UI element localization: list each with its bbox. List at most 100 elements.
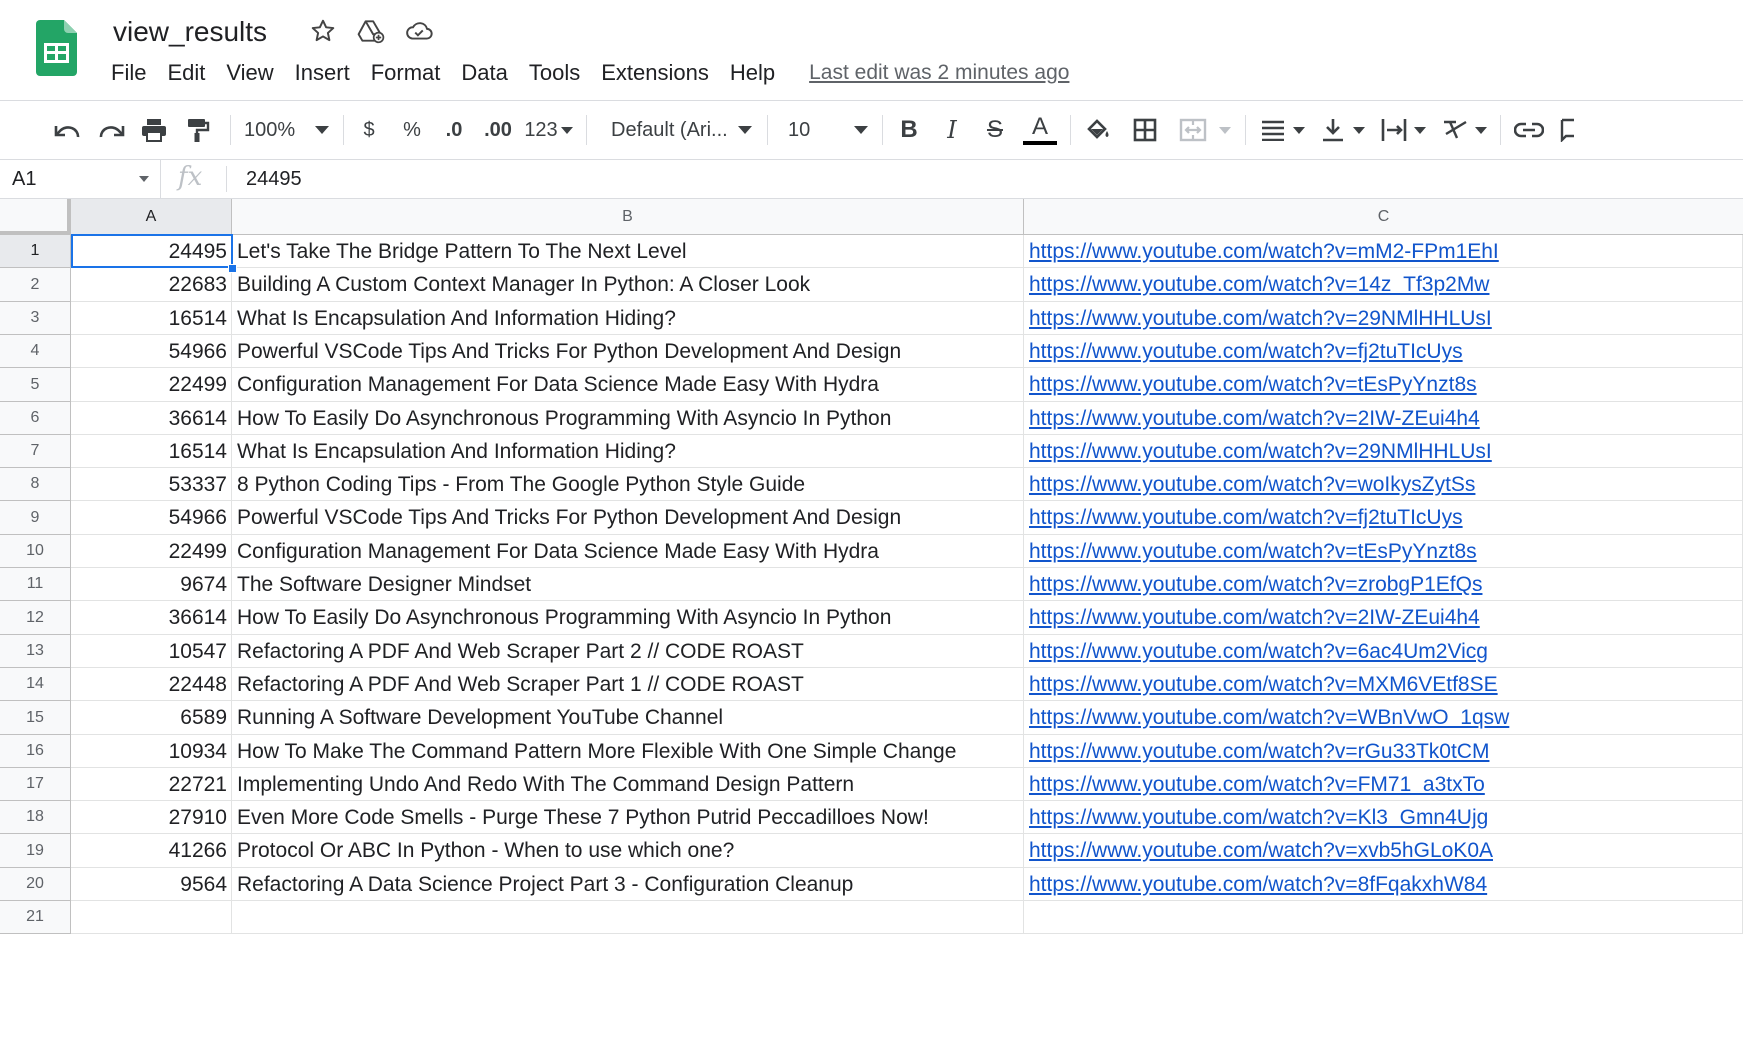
cell-a[interactable]: 10547 — [71, 635, 232, 668]
cell-b[interactable]: Building A Custom Context Manager In Pyt… — [232, 268, 1024, 302]
formula-input[interactable]: 24495 — [246, 168, 302, 191]
cell-b[interactable]: Refactoring A Data Science Project Part … — [232, 868, 1024, 901]
more-formats-chevron-down-icon[interactable] — [559, 115, 575, 145]
wrap-chevron-down-icon[interactable] — [1412, 115, 1428, 145]
menu-edit[interactable]: Edit — [167, 60, 205, 86]
cell-a[interactable] — [71, 901, 232, 934]
cell-a[interactable]: 36614 — [71, 402, 232, 435]
row-header[interactable]: 10 — [0, 535, 71, 568]
cell-c[interactable]: https://www.youtube.com/watch?v=14z_Tf3p… — [1024, 268, 1743, 302]
cell-c[interactable]: https://www.youtube.com/watch?v=2IW-ZEui… — [1024, 601, 1743, 635]
column-header-b[interactable]: B — [232, 199, 1024, 235]
cell-b[interactable]: Running A Software Development YouTube C… — [232, 701, 1024, 735]
strikethrough-icon[interactable]: S — [981, 115, 1009, 145]
row-header[interactable]: 6 — [0, 402, 71, 435]
cell-a[interactable]: 22683 — [71, 268, 232, 302]
cell-a[interactable]: 10934 — [71, 735, 232, 768]
cell-c[interactable]: https://www.youtube.com/watch?v=MXM6VEtf… — [1024, 668, 1743, 701]
cell-c[interactable] — [1024, 901, 1743, 934]
zoom-select[interactable]: 100% — [244, 115, 302, 145]
cell-c[interactable]: https://www.youtube.com/watch?v=mM2-FPm1… — [1024, 235, 1743, 268]
menu-help[interactable]: Help — [730, 60, 775, 86]
cell-c[interactable]: https://www.youtube.com/watch?v=fj2tuTIc… — [1024, 335, 1743, 368]
paint-format-icon[interactable] — [182, 115, 214, 145]
row-header[interactable]: 19 — [0, 834, 71, 868]
name-box-chevron-down-icon[interactable] — [139, 176, 149, 182]
rotation-chevron-down-icon[interactable] — [1473, 115, 1489, 145]
insert-link-icon[interactable] — [1512, 115, 1546, 145]
cell-a[interactable]: 16514 — [71, 302, 232, 335]
row-header[interactable]: 13 — [0, 635, 71, 668]
cell-b[interactable]: How To Easily Do Asynchronous Programmin… — [232, 402, 1024, 435]
row-header[interactable]: 12 — [0, 601, 71, 635]
cell-a[interactable]: 54966 — [71, 335, 232, 368]
cloud-status-icon[interactable] — [404, 16, 434, 46]
fill-handle[interactable] — [228, 264, 237, 273]
cell-c[interactable]: https://www.youtube.com/watch?v=zrobgP1E… — [1024, 568, 1743, 601]
merge-chevron-down-icon[interactable] — [1218, 115, 1232, 145]
cell-c[interactable]: https://www.youtube.com/watch?v=8fFqakxh… — [1024, 868, 1743, 901]
cell-a[interactable]: 9674 — [71, 568, 232, 601]
cell-c[interactable]: https://www.youtube.com/watch?v=6ac4Um2V… — [1024, 635, 1743, 668]
row-header[interactable]: 4 — [0, 335, 71, 368]
document-title[interactable]: view_results — [113, 16, 267, 48]
cell-b[interactable]: Even More Code Smells - Purge These 7 Py… — [232, 801, 1024, 834]
cell-a[interactable]: 9564 — [71, 868, 232, 901]
cell-b[interactable]: Refactoring A PDF And Web Scraper Part 2… — [232, 635, 1024, 668]
row-header[interactable]: 15 — [0, 701, 71, 735]
row-header[interactable]: 14 — [0, 668, 71, 701]
cell-b[interactable]: Powerful VSCode Tips And Tricks For Pyth… — [232, 501, 1024, 535]
cell-c[interactable]: https://www.youtube.com/watch?v=FM71_a3t… — [1024, 768, 1743, 801]
font-size-select[interactable]: 10 — [788, 115, 828, 145]
italic-icon[interactable]: I — [938, 115, 966, 145]
cell-b[interactable]: Configuration Management For Data Scienc… — [232, 535, 1024, 568]
cell-b[interactable]: How To Easily Do Asynchronous Programmin… — [232, 601, 1024, 635]
text-color-icon[interactable]: A — [1022, 115, 1058, 145]
redo-icon[interactable] — [95, 115, 127, 145]
text-wrap-icon[interactable] — [1378, 115, 1410, 145]
cell-a[interactable]: 27910 — [71, 801, 232, 834]
row-header[interactable]: 17 — [0, 768, 71, 801]
print-icon[interactable] — [138, 115, 170, 145]
cell-b[interactable]: Refactoring A PDF And Web Scraper Part 1… — [232, 668, 1024, 701]
menu-data[interactable]: Data — [461, 60, 507, 86]
row-header[interactable]: 9 — [0, 501, 71, 535]
cell-b[interactable]: Configuration Management For Data Scienc… — [232, 368, 1024, 402]
cell-c[interactable]: https://www.youtube.com/watch?v=tEsPyYnz… — [1024, 535, 1743, 568]
column-header-a[interactable]: A — [71, 199, 232, 235]
cell-a[interactable]: 24495 — [71, 235, 232, 268]
merge-cells-icon[interactable] — [1176, 115, 1210, 145]
vertical-align-icon[interactable] — [1318, 115, 1348, 145]
cell-a[interactable]: 53337 — [71, 468, 232, 501]
row-header[interactable]: 1 — [0, 235, 71, 268]
column-header-c[interactable]: C — [1024, 199, 1743, 235]
cell-c[interactable]: https://www.youtube.com/watch?v=tEsPyYnz… — [1024, 368, 1743, 402]
menu-view[interactable]: View — [226, 60, 273, 86]
cell-c[interactable]: https://www.youtube.com/watch?v=xvb5hGLo… — [1024, 834, 1743, 868]
cell-c[interactable]: https://www.youtube.com/watch?v=rGu33Tk0… — [1024, 735, 1743, 768]
row-header[interactable]: 5 — [0, 368, 71, 402]
cell-a[interactable]: 54966 — [71, 501, 232, 535]
row-header[interactable]: 7 — [0, 435, 71, 468]
menu-tools[interactable]: Tools — [529, 60, 580, 86]
cell-b[interactable]: The Software Designer Mindset — [232, 568, 1024, 601]
borders-icon[interactable] — [1130, 115, 1160, 145]
percent-format-button[interactable]: % — [398, 115, 426, 145]
text-rotation-icon[interactable] — [1440, 115, 1472, 145]
move-to-drive-icon[interactable] — [356, 16, 386, 46]
cell-a[interactable]: 22499 — [71, 368, 232, 402]
cell-b[interactable]: 8 Python Coding Tips - From The Google P… — [232, 468, 1024, 501]
cell-b[interactable]: What Is Encapsulation And Information Hi… — [232, 302, 1024, 335]
cell-a[interactable]: 22721 — [71, 768, 232, 801]
horizontal-align-icon[interactable] — [1258, 115, 1288, 145]
cell-b[interactable]: Let's Take The Bridge Pattern To The Nex… — [232, 235, 1024, 268]
fill-color-icon[interactable] — [1083, 115, 1113, 145]
font-chevron-down-icon[interactable] — [736, 115, 754, 145]
row-header[interactable]: 8 — [0, 468, 71, 501]
cell-b[interactable]: How To Make The Command Pattern More Fle… — [232, 735, 1024, 768]
currency-format-button[interactable]: $ — [356, 115, 382, 145]
zoom-chevron-down-icon[interactable] — [312, 115, 332, 145]
cell-a[interactable]: 22499 — [71, 535, 232, 568]
sheets-logo-icon[interactable] — [36, 20, 77, 76]
font-family-select[interactable]: Default (Ari... — [611, 115, 731, 145]
